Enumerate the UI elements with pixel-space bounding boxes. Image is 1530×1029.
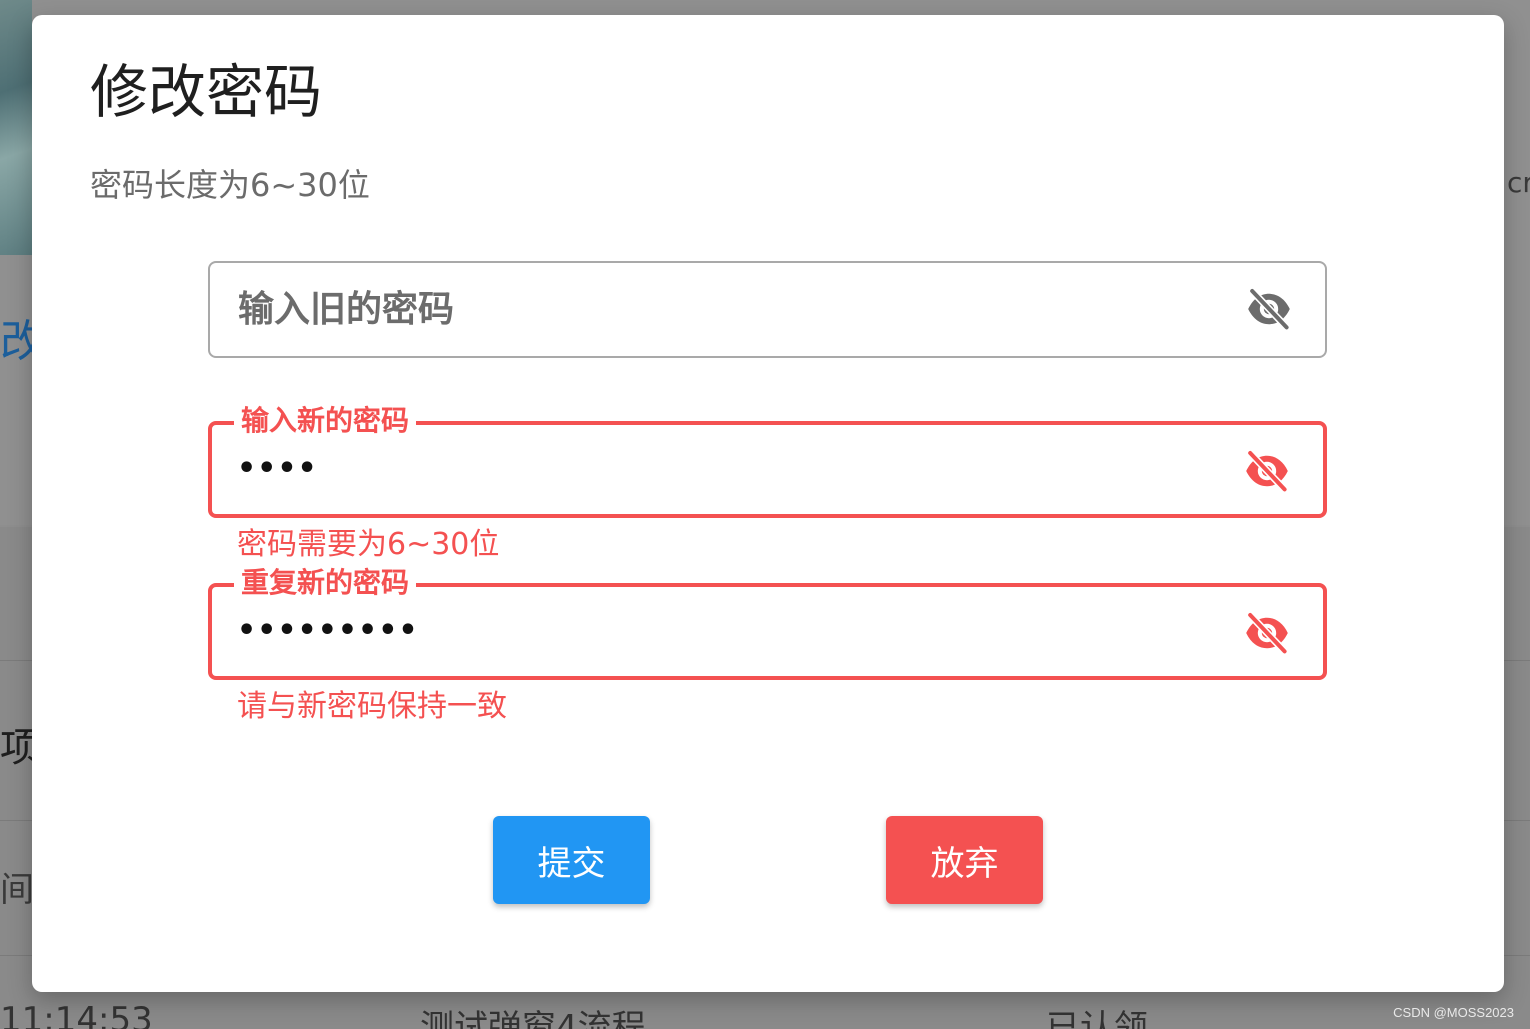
eye-off-icon[interactable] [1237,447,1297,495]
submit-button[interactable]: 提交 [493,816,650,904]
eye-off-icon[interactable] [1239,285,1299,333]
screen: 改 项 间 cr 11:14:53 测试弹窗4流程 已认领 修改密码 密码长度为… [0,0,1530,1029]
old-password-placeholder: 输入旧的密码 [238,289,455,330]
change-password-dialog: 修改密码 密码长度为6~30位 输入旧的密码 输入新的密码 •••• 密码需要为… [32,15,1504,992]
background-row-time: 11:14:53 [0,1000,153,1029]
cancel-button[interactable]: 放弃 [886,816,1043,904]
old-password-field[interactable]: 输入旧的密码 [208,261,1327,358]
repeat-password-error: 请与新密码保持一致 [237,689,507,724]
dialog-subtitle: 密码长度为6~30位 [90,166,370,204]
dialog-title: 修改密码 [90,58,323,126]
repeat-password-field[interactable]: 重复新的密码 ••••••••• [208,565,1327,680]
new-password-error: 密码需要为6~30位 [237,527,500,562]
background-image [0,0,32,255]
eye-off-icon-svg [1246,611,1289,656]
new-password-value: •••• [237,451,318,486]
watermark: CSDN @MOSS2023 [1393,1005,1514,1020]
eye-off-icon-svg [1248,287,1291,332]
eye-off-icon-svg [1246,449,1289,494]
background-text-fragment: 间 [0,870,34,910]
eye-off-icon[interactable] [1237,609,1297,657]
background-row-name: 测试弹窗4流程 [420,1008,646,1029]
new-password-field[interactable]: 输入新的密码 •••• [208,403,1327,518]
background-text-fragment: cr [1507,166,1530,199]
background-row-status: 已认领 [1046,1008,1148,1029]
repeat-password-value: ••••••••• [237,613,419,648]
repeat-password-label: 重复新的密码 [234,565,417,601]
new-password-label: 输入新的密码 [234,403,417,439]
